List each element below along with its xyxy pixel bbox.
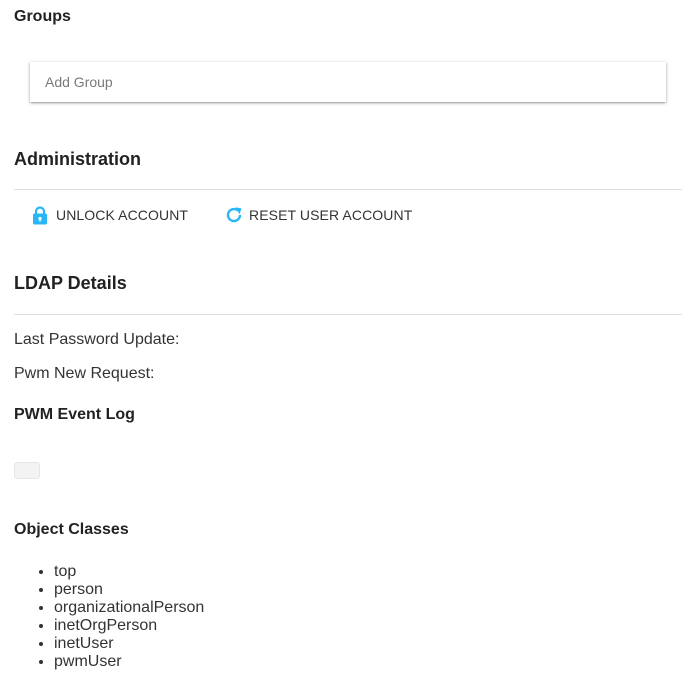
object-class-item: inetOrgPerson xyxy=(54,617,204,635)
user-detail-page: Groups Administration UNLOCK ACCOUNT RES… xyxy=(0,0,693,693)
object-class-item: pwmUser xyxy=(54,653,204,671)
last-password-update-label: Last Password Update: xyxy=(14,331,180,348)
ldap-details-divider xyxy=(14,314,682,315)
unlock-account-label: UNLOCK ACCOUNT xyxy=(56,207,189,223)
object-class-item: top xyxy=(54,563,204,581)
object-class-item: inetUser xyxy=(54,635,204,653)
object-class-item: person xyxy=(54,581,204,599)
add-group-field[interactable] xyxy=(30,62,666,102)
pwm-event-log-heading: PWM Event Log xyxy=(14,406,135,423)
refresh-icon xyxy=(224,205,242,225)
administration-heading: Administration xyxy=(14,149,142,169)
event-log-container xyxy=(14,462,40,479)
add-group-input[interactable] xyxy=(30,62,666,102)
groups-heading: Groups xyxy=(14,8,71,25)
reset-user-account-button[interactable]: RESET USER ACCOUNT xyxy=(224,204,412,226)
object-classes-list: top person organizationalPerson inetOrgP… xyxy=(14,563,204,671)
unlock-account-button[interactable]: UNLOCK ACCOUNT xyxy=(31,204,188,226)
lock-icon xyxy=(31,205,49,225)
administration-divider xyxy=(14,189,682,190)
ldap-details-heading: LDAP Details xyxy=(14,273,127,293)
reset-user-account-label: RESET USER ACCOUNT xyxy=(249,207,413,223)
pwm-new-request-label: Pwm New Request: xyxy=(14,365,155,382)
object-class-item: organizationalPerson xyxy=(54,599,204,617)
object-classes-heading: Object Classes xyxy=(14,521,129,538)
